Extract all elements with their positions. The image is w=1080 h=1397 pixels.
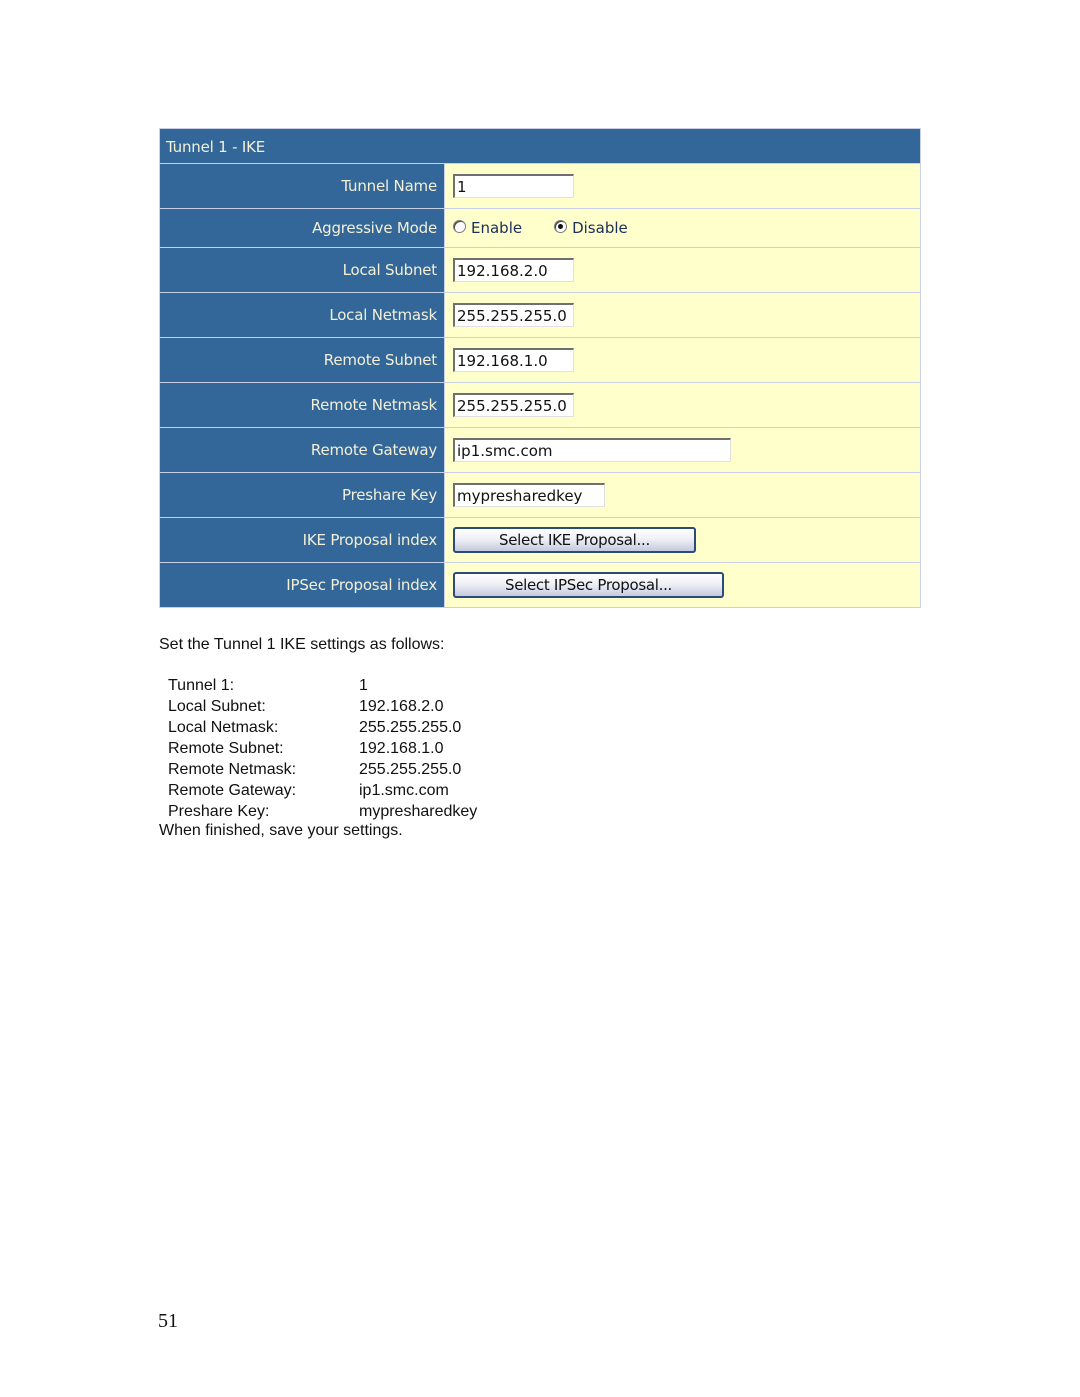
setting-key: Local Netmask:: [168, 719, 279, 736]
row-tunnel-name: Tunnel Name: [160, 164, 920, 208]
row-ipsec-proposal: IPSec Proposal index Select IPSec Propos…: [160, 563, 920, 607]
remote-netmask-input[interactable]: [453, 393, 574, 417]
row-local-netmask: Local Netmask: [160, 293, 920, 337]
settings-row: Preshare Key: mypresharedkey: [168, 801, 477, 822]
instructions: Set the Tunnel 1 IKE settings as follows…: [159, 636, 477, 840]
setting-key: Preshare Key:: [168, 803, 270, 820]
tunnel-name-label: Tunnel Name: [160, 164, 444, 208]
radio-enable[interactable]: [453, 219, 466, 233]
intro-text: Set the Tunnel 1 IKE settings as follows…: [159, 636, 445, 653]
settings-row: Remote Gateway: ip1.smc.com: [168, 780, 477, 801]
aggressive-mode-label: Aggressive Mode: [160, 209, 444, 247]
remote-subnet-label: Remote Subnet: [160, 338, 444, 382]
panel-title: Tunnel 1 - IKE: [160, 129, 920, 163]
ipsec-proposal-label: IPSec Proposal index: [160, 563, 444, 607]
aggressive-mode-disable[interactable]: Disable: [554, 219, 628, 237]
remote-subnet-input[interactable]: [453, 348, 574, 372]
row-aggressive-mode: Aggressive Mode Enable Disable: [160, 209, 920, 247]
setting-key: Tunnel 1:: [168, 677, 235, 694]
row-ike-proposal: IKE Proposal index Select IKE Proposal..…: [160, 518, 920, 562]
setting-key: Remote Subnet:: [168, 740, 284, 757]
remote-gateway-input[interactable]: [453, 438, 731, 462]
settings-row: Local Subnet: 192.168.2.0: [168, 696, 477, 717]
remote-gateway-label: Remote Gateway: [160, 428, 444, 472]
row-remote-gateway: Remote Gateway: [160, 428, 920, 472]
remote-netmask-label: Remote Netmask: [160, 383, 444, 427]
ike-proposal-label: IKE Proposal index: [160, 518, 444, 562]
local-netmask-label: Local Netmask: [160, 293, 444, 337]
select-ike-proposal-button[interactable]: Select IKE Proposal...: [453, 527, 696, 553]
setting-key: Remote Gateway:: [168, 782, 297, 799]
local-subnet-input[interactable]: [453, 258, 574, 282]
select-ipsec-proposal-button[interactable]: Select IPSec Proposal...: [453, 572, 724, 598]
setting-value: 255.255.255.0: [359, 761, 462, 778]
aggressive-mode-enable[interactable]: Enable: [453, 219, 522, 237]
disable-label: Disable: [572, 219, 628, 237]
setting-value: 192.168.1.0: [359, 740, 444, 757]
enable-label: Enable: [471, 219, 523, 237]
settings-row: Local Netmask: 255.255.255.0: [168, 717, 477, 738]
row-remote-netmask: Remote Netmask: [160, 383, 920, 427]
closing-text: When finished, save your settings.: [159, 822, 403, 839]
setting-value: 1: [359, 677, 368, 694]
settings-row: Remote Subnet: 192.168.1.0: [168, 738, 477, 759]
tunnel-ike-panel: Tunnel 1 - IKE Tunnel Name Aggressive Mo…: [159, 128, 921, 608]
preshare-key-input[interactable]: [453, 483, 605, 507]
preshare-key-label: Preshare Key: [160, 473, 444, 517]
settings-list: Tunnel 1: 1 Local Subnet: 192.168.2.0 Lo…: [168, 675, 477, 822]
row-local-subnet: Local Subnet: [160, 248, 920, 292]
row-preshare-key: Preshare Key: [160, 473, 920, 517]
setting-value: 255.255.255.0: [359, 719, 462, 736]
page-number: 51: [158, 1310, 178, 1332]
setting-key: Local Subnet:: [168, 698, 266, 715]
radio-disable[interactable]: [554, 219, 568, 233]
setting-value: ip1.smc.com: [359, 782, 449, 799]
local-netmask-input[interactable]: [453, 303, 574, 327]
setting-value: mypresharedkey: [359, 803, 478, 820]
setting-key: Remote Netmask:: [168, 761, 297, 778]
setting-value: 192.168.2.0: [359, 698, 444, 715]
row-remote-subnet: Remote Subnet: [160, 338, 920, 382]
settings-row: Tunnel 1: 1: [168, 675, 477, 696]
tunnel-name-input[interactable]: [453, 174, 574, 198]
settings-row: Remote Netmask: 255.255.255.0: [168, 759, 477, 780]
local-subnet-label: Local Subnet: [160, 248, 444, 292]
aggressive-mode-radio-group: Enable Disable: [453, 219, 660, 237]
